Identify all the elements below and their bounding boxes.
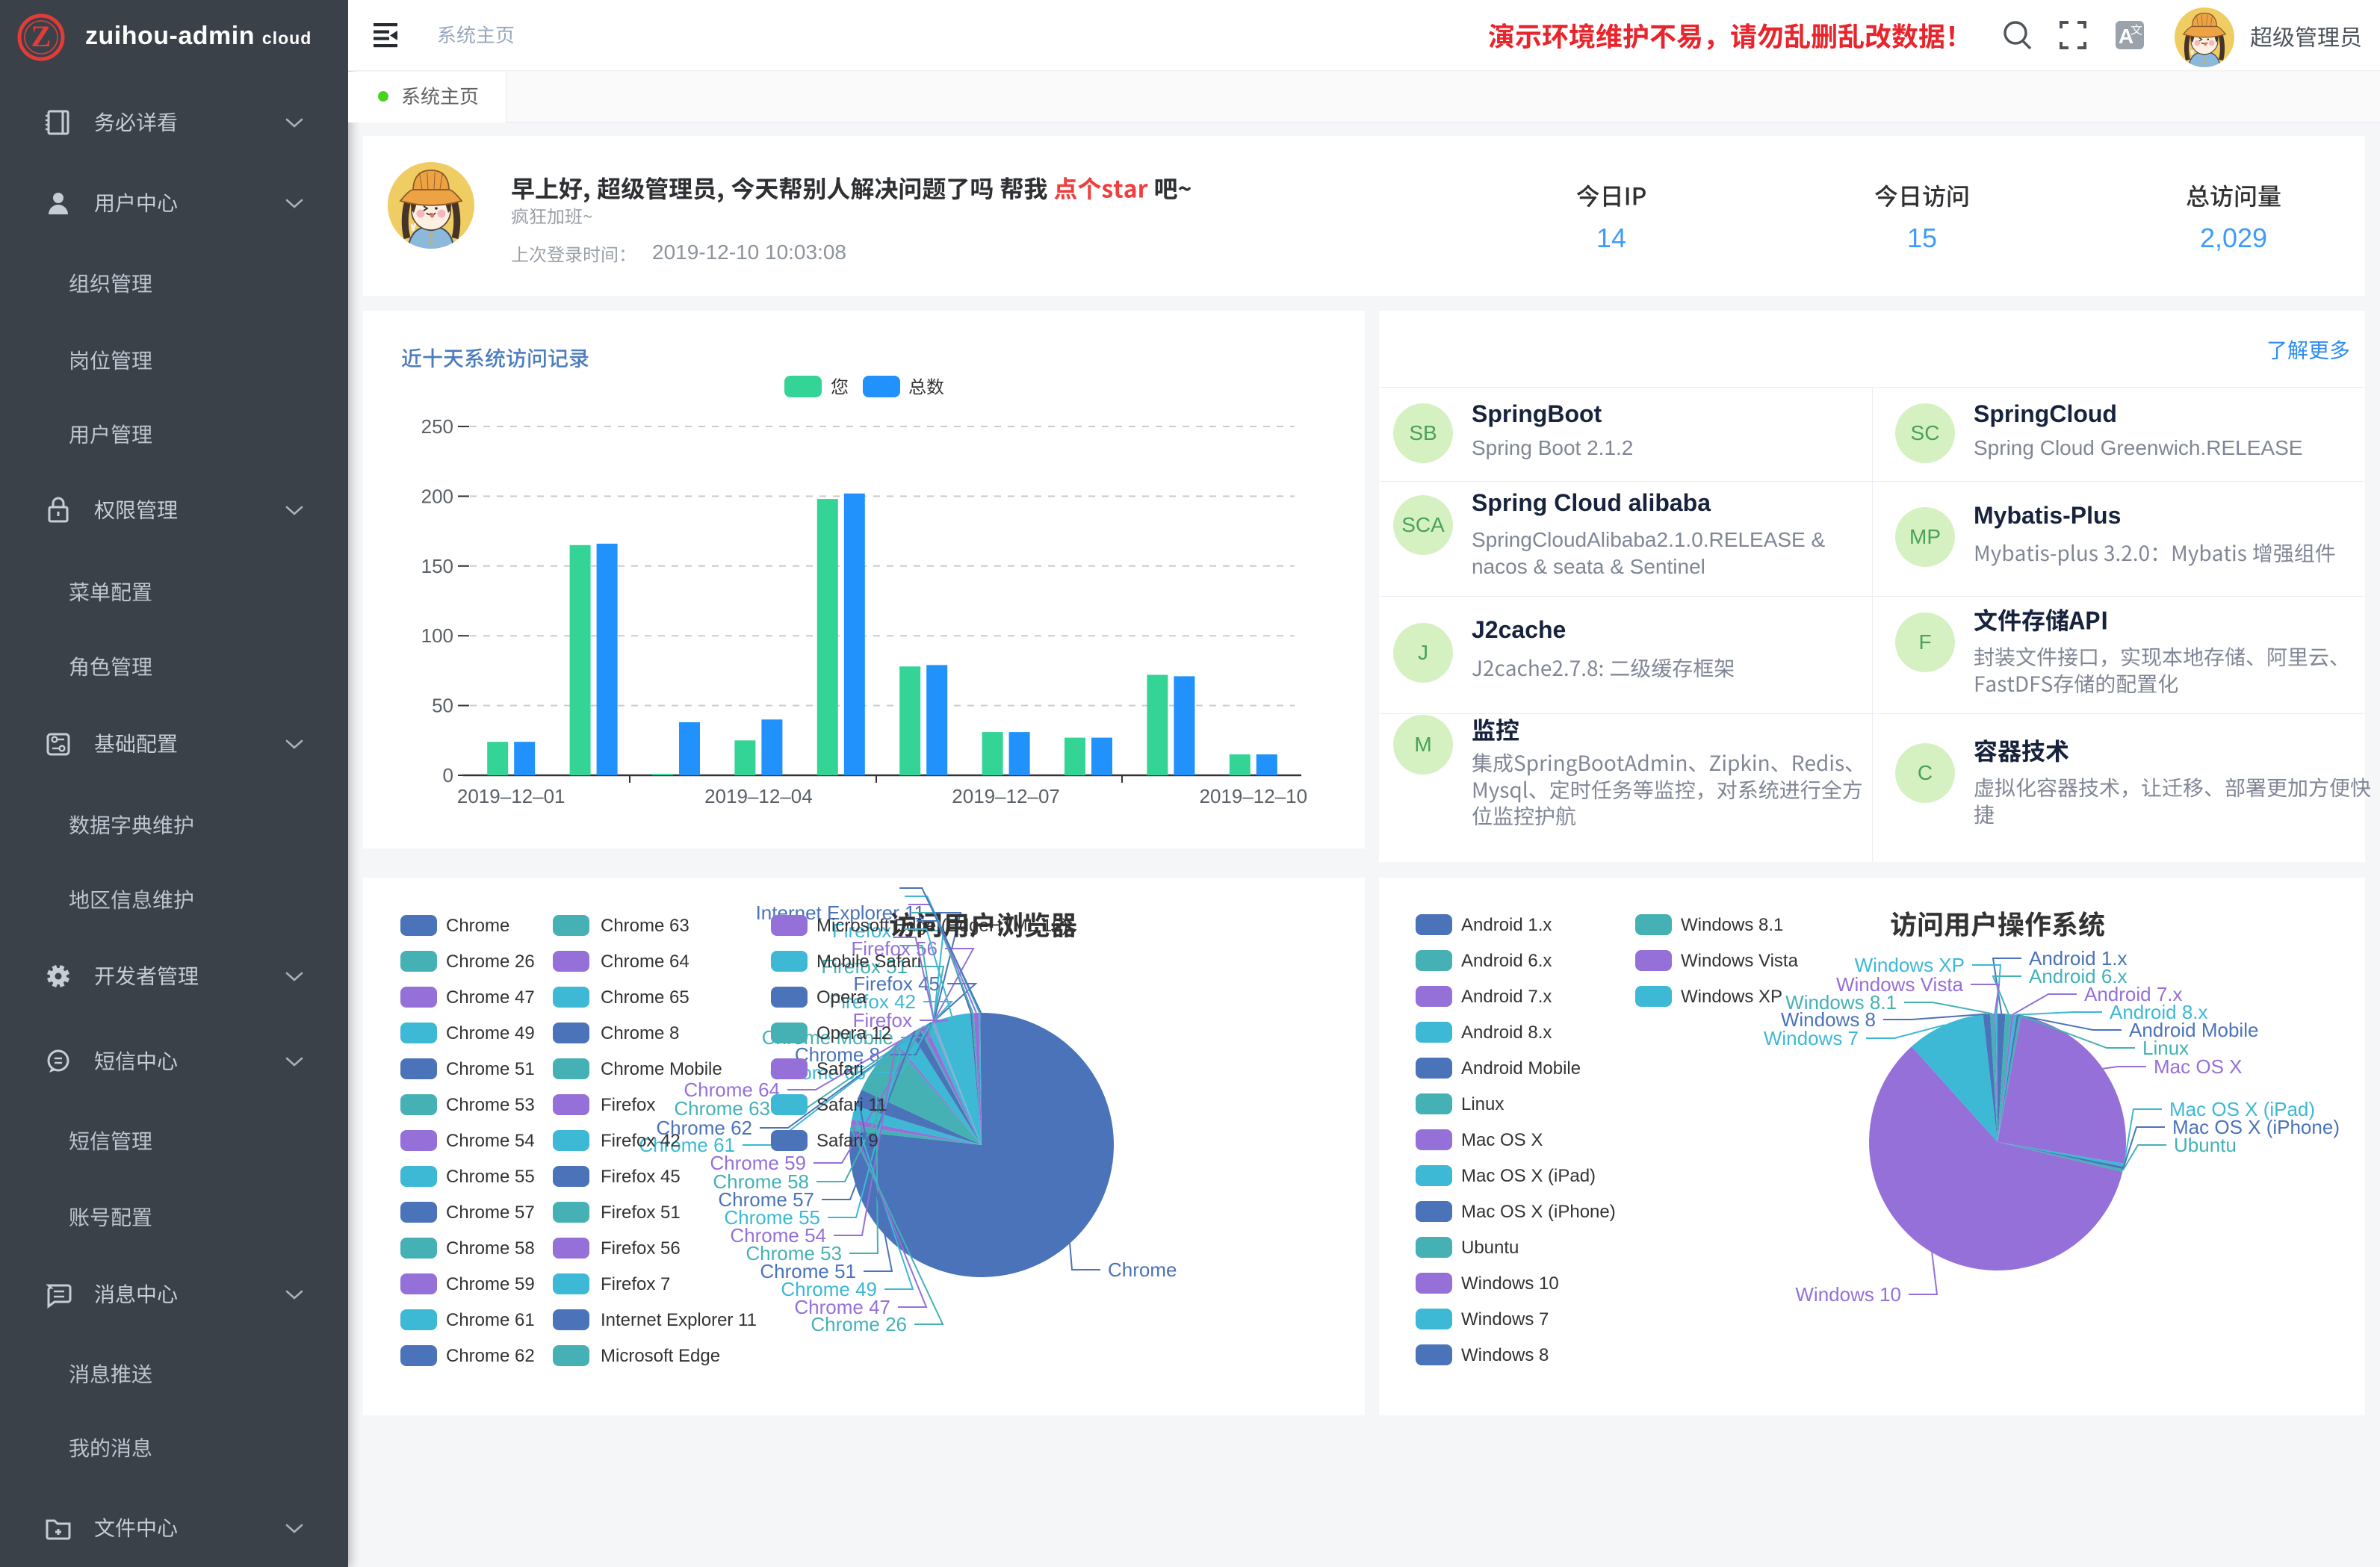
- svg-text:Chrome Mobile: Chrome Mobile: [601, 1059, 722, 1079]
- svg-text:2019–12–01: 2019–12–01: [457, 785, 565, 807]
- svg-text:Chrome 8: Chrome 8: [601, 1023, 679, 1043]
- svg-text:Chrome 57: Chrome 57: [446, 1203, 535, 1223]
- svg-text:Chrome 58: Chrome 58: [446, 1238, 535, 1259]
- svg-text:Chrome: Chrome: [1108, 1259, 1177, 1281]
- svg-text:0: 0: [443, 764, 453, 786]
- svg-text:250: 250: [421, 415, 453, 438]
- svg-text:Chrome 62: Chrome 62: [446, 1346, 535, 1366]
- svg-text:Firefox 7: Firefox 7: [601, 1274, 670, 1294]
- svg-text:Firefox 56: Firefox 56: [601, 1238, 681, 1259]
- svg-text:Windows 8.1: Windows 8.1: [1681, 915, 1783, 935]
- svg-text:Mac OS X (iPhone): Mac OS X (iPhone): [1461, 1202, 1616, 1222]
- svg-text:Windows 8: Windows 8: [1461, 1345, 1549, 1365]
- svg-text:150: 150: [421, 555, 453, 577]
- svg-text:Chrome 26: Chrome 26: [446, 952, 535, 972]
- svg-text:Ubuntu: Ubuntu: [2174, 1134, 2237, 1156]
- svg-text:Chrome 64: Chrome 64: [601, 952, 689, 972]
- svg-text:Windows 10: Windows 10: [1795, 1283, 1901, 1306]
- svg-text:Android 6.x: Android 6.x: [1461, 951, 1552, 971]
- svg-text:Mac OS X: Mac OS X: [1461, 1130, 1543, 1150]
- svg-text:Chrome 47: Chrome 47: [446, 987, 535, 1008]
- svg-text:100: 100: [421, 624, 453, 647]
- svg-text:Windows XP: Windows XP: [1681, 987, 1782, 1007]
- svg-text:A: A: [2119, 25, 2133, 48]
- svg-text:Chrome 51: Chrome 51: [446, 1059, 535, 1079]
- svg-text:Android 7.x: Android 7.x: [1461, 987, 1552, 1007]
- svg-text:2019–12–07: 2019–12–07: [952, 785, 1060, 807]
- svg-text:Mac OS X: Mac OS X: [2154, 1055, 2242, 1078]
- svg-text:Chrome 55: Chrome 55: [446, 1167, 535, 1187]
- svg-text:Safari 11: Safari 11: [816, 1095, 887, 1115]
- svg-text:Chrome 26: Chrome 26: [811, 1313, 907, 1335]
- svg-text:Mac OS X (iPad): Mac OS X (iPad): [1461, 1166, 1596, 1186]
- svg-text:Chrome 65: Chrome 65: [601, 987, 689, 1008]
- svg-text:Windows 7: Windows 7: [1764, 1027, 1859, 1049]
- svg-text:Chrome 53: Chrome 53: [446, 1095, 535, 1115]
- svg-text:Android 8.x: Android 8.x: [1461, 1023, 1552, 1043]
- svg-text:Windows Vista: Windows Vista: [1681, 951, 1799, 971]
- svg-text:Safari 9: Safari 9: [816, 1131, 878, 1151]
- svg-text:Chrome 61: Chrome 61: [446, 1310, 535, 1330]
- svg-text:50: 50: [432, 695, 453, 717]
- svg-text:Android Mobile: Android Mobile: [1461, 1058, 1581, 1079]
- svg-text:Internet Explorer 11: Internet Explorer 11: [601, 1310, 757, 1330]
- svg-text:Safari: Safari: [816, 1059, 864, 1079]
- svg-text:200: 200: [421, 485, 453, 507]
- svg-text:Microsoft Edge: Microsoft Edge: [601, 1346, 720, 1366]
- svg-text:Android 1.x: Android 1.x: [1461, 915, 1552, 935]
- svg-text:2019–12–10: 2019–12–10: [1199, 785, 1307, 807]
- svg-text:Chrome 54: Chrome 54: [446, 1131, 535, 1151]
- svg-text:Chrome 63: Chrome 63: [601, 916, 689, 936]
- svg-text:Z: Z: [31, 19, 52, 53]
- svg-text:Opera 12: Opera 12: [816, 1023, 891, 1043]
- svg-text:Linux: Linux: [1461, 1094, 1504, 1114]
- svg-text:Firefox 45: Firefox 45: [601, 1167, 681, 1187]
- svg-text:Windows 7: Windows 7: [1461, 1309, 1549, 1329]
- svg-text:Windows 10: Windows 10: [1461, 1273, 1559, 1294]
- svg-text:Firefox: Firefox: [601, 1095, 655, 1115]
- svg-text:Chrome 49: Chrome 49: [446, 1023, 535, 1043]
- svg-text:Mobile Safari: Mobile Safari: [816, 952, 921, 972]
- svg-text:2019–12–04: 2019–12–04: [704, 785, 813, 807]
- svg-text:Opera: Opera: [816, 987, 867, 1008]
- svg-text:Ubuntu: Ubuntu: [1461, 1238, 1519, 1258]
- svg-text:Chrome: Chrome: [446, 916, 509, 936]
- svg-text:Firefox 42: Firefox 42: [601, 1131, 681, 1151]
- svg-text:Chrome 59: Chrome 59: [446, 1274, 535, 1294]
- svg-text:Firefox 51: Firefox 51: [601, 1203, 681, 1223]
